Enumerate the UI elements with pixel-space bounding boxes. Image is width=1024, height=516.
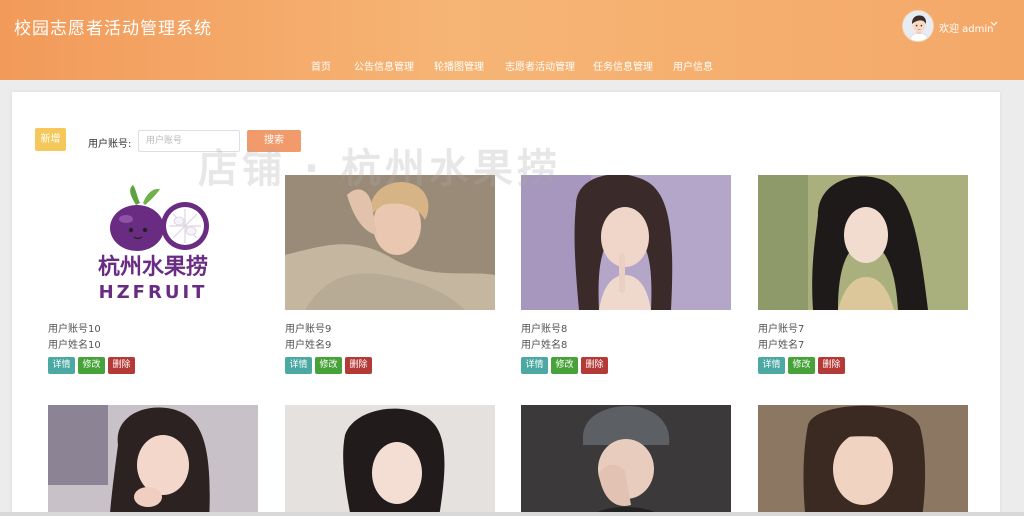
delete-button[interactable]: 删除 — [108, 357, 135, 374]
avatar-illustration — [903, 11, 933, 41]
card-photo[interactable] — [521, 405, 731, 516]
logo-chinese-name: 杭州水果捞 — [98, 254, 208, 280]
detail-button[interactable]: 详情 — [521, 357, 548, 374]
portrait-photo — [521, 175, 731, 310]
card-photo-logo[interactable]: 杭州水果捞 HZFRUIT — [48, 175, 258, 310]
delete-button[interactable]: 删除 — [818, 357, 845, 374]
detail-button[interactable]: 详情 — [758, 357, 785, 374]
delete-button[interactable]: 删除 — [581, 357, 608, 374]
edit-button[interactable]: 修改 — [551, 357, 578, 374]
edit-button[interactable]: 修改 — [78, 357, 105, 374]
detail-button[interactable]: 详情 — [285, 357, 312, 374]
card-photo[interactable] — [285, 175, 495, 310]
card-photo[interactable] — [285, 405, 495, 516]
user-card — [48, 405, 258, 516]
user-card — [521, 405, 731, 516]
portrait-photo — [285, 405, 495, 516]
logo-english-name: HZFRUIT — [99, 282, 208, 303]
fruit-logo: 杭州水果捞 HZFRUIT — [98, 185, 209, 303]
user-card — [285, 405, 495, 516]
search-label: 用户账号: — [88, 139, 132, 150]
edit-button[interactable]: 修改 — [315, 357, 342, 374]
user-account: 用户账号10 — [48, 324, 101, 335]
delete-button[interactable]: 删除 — [345, 357, 372, 374]
user-account: 用户账号8 — [521, 324, 568, 335]
card-photo[interactable] — [758, 175, 968, 310]
nav-item-tasks[interactable]: 任务信息管理 — [593, 58, 653, 73]
nav-item-home[interactable]: 首页 — [311, 58, 331, 73]
card-photo[interactable] — [758, 405, 968, 516]
card-photo[interactable] — [521, 175, 731, 310]
nav-item-announcements[interactable]: 公告信息管理 — [354, 58, 414, 73]
user-card — [758, 405, 968, 516]
horizontal-scrollbar[interactable] — [0, 512, 1024, 516]
user-account: 用户账号9 — [285, 324, 332, 335]
user-name: 用户姓名7 — [758, 340, 805, 351]
add-button[interactable]: 新增 — [35, 128, 66, 151]
content-panel: 新增 用户账号: 搜索 杭州水果捞 HZFRUIT 用户账号10 — [12, 92, 1000, 516]
user-name: 用户姓名10 — [48, 340, 101, 351]
top-header: 校园志愿者活动管理系统 首页 公告信息管理 轮播图管理 志愿者活动管理 任务信息… — [0, 0, 1024, 80]
chevron-down-icon[interactable] — [990, 21, 998, 27]
search-input[interactable] — [138, 130, 240, 152]
user-name: 用户姓名9 — [285, 340, 332, 351]
portrait-photo — [521, 405, 731, 516]
portrait-photo — [758, 175, 968, 310]
edit-button[interactable]: 修改 — [788, 357, 815, 374]
user-card: 杭州水果捞 HZFRUIT 用户账号10 用户姓名10 详情 修改 删除 — [48, 175, 258, 375]
search-button[interactable]: 搜索 — [247, 130, 301, 152]
main-nav: 首页 公告信息管理 轮播图管理 志愿者活动管理 任务信息管理 用户信息 — [0, 58, 1024, 74]
portrait-photo — [48, 405, 258, 516]
portrait-photo — [285, 175, 495, 310]
user-name: 用户姓名8 — [521, 340, 568, 351]
nav-item-volunteer-activities[interactable]: 志愿者活动管理 — [505, 58, 575, 73]
nav-item-user-info[interactable]: 用户信息 — [673, 58, 713, 73]
user-card: 用户账号9 用户姓名9 详情 修改 删除 — [285, 175, 495, 375]
detail-button[interactable]: 详情 — [48, 357, 75, 374]
user-card: 用户账号8 用户姓名8 详情 修改 删除 — [521, 175, 731, 375]
avatar[interactable] — [902, 10, 934, 42]
user-account: 用户账号7 — [758, 324, 805, 335]
welcome-text[interactable]: 欢迎 admin — [939, 20, 994, 35]
portrait-photo — [758, 405, 968, 516]
app-title: 校园志愿者活动管理系统 — [14, 19, 212, 39]
card-photo[interactable] — [48, 405, 258, 516]
nav-item-carousel[interactable]: 轮播图管理 — [434, 58, 484, 73]
user-card: 用户账号7 用户姓名7 详情 修改 删除 — [758, 175, 968, 375]
